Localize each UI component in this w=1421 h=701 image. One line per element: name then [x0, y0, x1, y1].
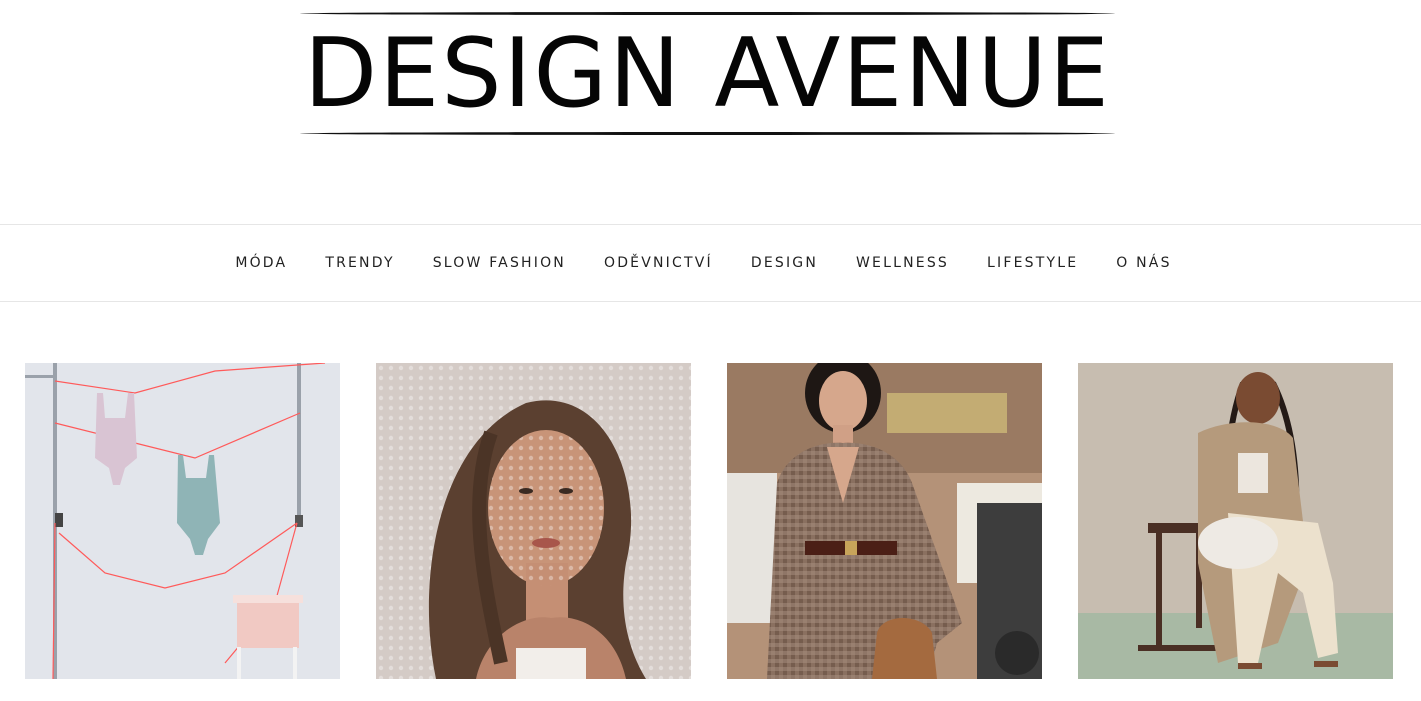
woman-braids-chair-photo [1078, 363, 1393, 679]
post-card-1[interactable] [25, 363, 340, 679]
logo-text: DESIGN AVENUE [304, 19, 1111, 129]
bodysuits-on-clothesline-photo [25, 363, 340, 679]
nav-item-odevnictvi[interactable]: ODĚVNICTVÍ [604, 255, 713, 271]
nav-item-moda[interactable]: MÓDA [235, 255, 287, 271]
post-card-2[interactable] [376, 363, 691, 679]
site-logo[interactable]: DESIGN AVENUE [300, 10, 1115, 138]
nav-item-o-nas[interactable]: O NÁS [1116, 255, 1171, 271]
site-header: DESIGN AVENUE [0, 0, 1421, 224]
post-card-4[interactable] [1078, 363, 1393, 679]
nav-item-lifestyle[interactable]: LIFESTYLE [987, 255, 1078, 271]
woman-checked-blazer-street-photo [727, 363, 1042, 679]
nav-item-design[interactable]: DESIGN [751, 255, 818, 271]
nav-list: MÓDA TRENDY SLOW FASHION ODĚVNICTVÍ DESI… [0, 225, 1421, 301]
main-navigation: MÓDA TRENDY SLOW FASHION ODĚVNICTVÍ DESI… [0, 224, 1421, 302]
nav-item-slow-fashion[interactable]: SLOW FASHION [433, 255, 566, 271]
woman-lace-shadow-portrait-photo [376, 363, 691, 679]
logo-top-rule [300, 12, 1115, 15]
nav-item-trendy[interactable]: TRENDY [325, 255, 394, 271]
post-card-3[interactable] [727, 363, 1042, 679]
logo-bottom-rule [300, 132, 1115, 135]
nav-item-wellness[interactable]: WELLNESS [856, 255, 949, 271]
